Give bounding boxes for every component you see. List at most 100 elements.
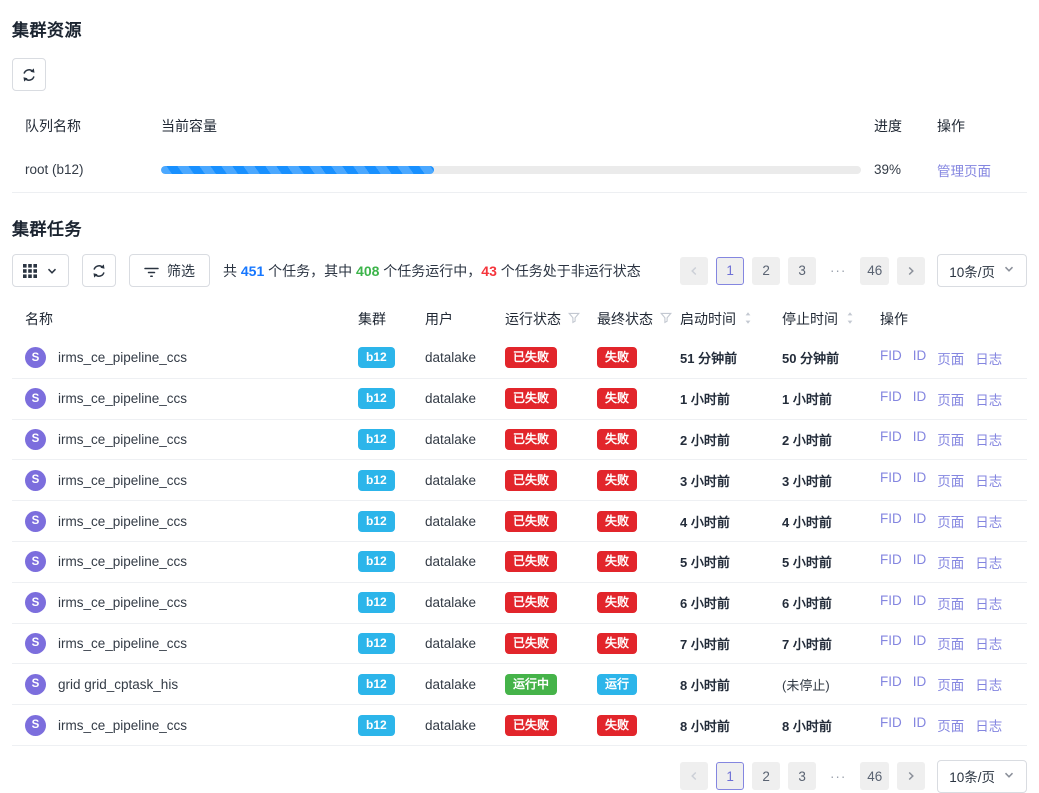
col-start-time: 启动时间: [680, 309, 782, 329]
chevron-down-icon: [46, 265, 58, 277]
col-action: 操作: [880, 309, 1027, 329]
column-sorter-icon[interactable]: [743, 311, 753, 328]
action-link-fid[interactable]: FID: [880, 470, 902, 490]
pagination-page-3[interactable]: 3: [788, 257, 816, 285]
user-cell: datalake: [425, 350, 505, 365]
tasks-refresh-button[interactable]: [82, 254, 116, 287]
run-status-badge: 已失败: [505, 347, 557, 368]
cluster-cell: b12: [358, 715, 425, 736]
action-link-日志[interactable]: 日志: [975, 511, 1002, 531]
pagination-page-2[interactable]: 2: [752, 762, 780, 790]
pagination-page-46[interactable]: 46: [860, 257, 889, 285]
pagination-next-button[interactable]: [897, 762, 925, 790]
chevron-down-icon: [1003, 769, 1015, 784]
action-link-页面[interactable]: 页面: [937, 348, 964, 368]
action-link-日志[interactable]: 日志: [975, 429, 1002, 449]
column-filter-funnel-icon[interactable]: [568, 311, 580, 327]
action-link-fid[interactable]: FID: [880, 715, 902, 735]
avatar: S: [25, 511, 46, 532]
start-time: 51 分钟前: [680, 348, 782, 367]
action-link-id[interactable]: ID: [913, 593, 927, 613]
action-link-页面[interactable]: 页面: [937, 511, 964, 531]
action-link-id[interactable]: ID: [913, 633, 927, 653]
pagination-page-1[interactable]: 1: [716, 257, 744, 285]
action-link-id[interactable]: ID: [913, 389, 927, 409]
action-link-id[interactable]: ID: [913, 429, 927, 449]
bottom-pagination-row: 123 ··· 46 10条/页: [12, 760, 1027, 793]
pagination-page-1[interactable]: 1: [716, 762, 744, 790]
row-actions: FID ID 页面日志: [880, 348, 1027, 368]
filter-button[interactable]: 筛选: [129, 254, 210, 287]
action-link-fid[interactable]: FID: [880, 511, 902, 531]
start-time: 6 小时前: [680, 593, 782, 612]
pagination-page-3[interactable]: 3: [788, 762, 816, 790]
action-link-id[interactable]: ID: [913, 470, 927, 490]
cluster-cell: b12: [358, 388, 425, 409]
action-link-id[interactable]: ID: [913, 348, 927, 368]
task-table-header: 名称 集群 用户 运行状态 最终状态 启动时间: [12, 300, 1027, 338]
task-name: irms_ce_pipeline_ccs: [58, 554, 187, 569]
run-status-badge-cell: 已失败: [505, 551, 597, 572]
action-link-fid[interactable]: FID: [880, 674, 902, 694]
action-link-id[interactable]: ID: [913, 511, 927, 531]
avatar: S: [25, 347, 46, 368]
action-link-fid[interactable]: FID: [880, 633, 902, 653]
manage-page-link[interactable]: 管理页面: [937, 160, 1027, 180]
user-cell: datalake: [425, 718, 505, 733]
action-link-页面[interactable]: 页面: [937, 429, 964, 449]
action-link-fid[interactable]: FID: [880, 593, 902, 613]
refresh-icon: [21, 67, 37, 83]
cluster-resources-title: 集群资源: [12, 16, 1027, 41]
start-time: 8 小时前: [680, 716, 782, 735]
action-link-日志[interactable]: 日志: [975, 389, 1002, 409]
column-sorter-icon[interactable]: [845, 311, 855, 328]
action-link-页面[interactable]: 页面: [937, 633, 964, 653]
pagination-page-46[interactable]: 46: [860, 762, 889, 790]
action-link-日志[interactable]: 日志: [975, 715, 1002, 735]
action-link-fid[interactable]: FID: [880, 389, 902, 409]
action-link-id[interactable]: ID: [913, 715, 927, 735]
action-link-页面[interactable]: 页面: [937, 715, 964, 735]
column-layout-dropdown-button[interactable]: [12, 254, 69, 287]
avatar: S: [25, 633, 46, 654]
final-status-badge: 失败: [597, 388, 637, 409]
pagination-next-button[interactable]: [897, 257, 925, 285]
row-actions: FID ID 页面日志: [880, 552, 1027, 572]
run-status-badge: 已失败: [505, 470, 557, 491]
start-time: 1 小时前: [680, 389, 782, 408]
action-link-日志[interactable]: 日志: [975, 348, 1002, 368]
action-link-日志[interactable]: 日志: [975, 593, 1002, 613]
page-size-select[interactable]: 10条/页: [937, 760, 1027, 793]
action-link-页面[interactable]: 页面: [937, 389, 964, 409]
table-row: Sirms_ce_pipeline_ccsb12datalake已失败失败1 小…: [12, 379, 1027, 420]
action-link-日志[interactable]: 日志: [975, 552, 1002, 572]
action-link-页面[interactable]: 页面: [937, 593, 964, 613]
cluster-badge: b12: [358, 674, 395, 695]
run-status-badge: 运行中: [505, 674, 557, 695]
action-link-id[interactable]: ID: [913, 552, 927, 572]
capacity-progress-fill: [161, 166, 434, 174]
action-link-日志[interactable]: 日志: [975, 674, 1002, 694]
action-link-页面[interactable]: 页面: [937, 552, 964, 572]
resource-table: 队列名称 当前容量 进度 操作 root (b12) 39% 管理页面: [12, 105, 1027, 193]
action-link-页面[interactable]: 页面: [937, 470, 964, 490]
user-cell: datalake: [425, 473, 505, 488]
action-link-日志[interactable]: 日志: [975, 470, 1002, 490]
action-link-fid[interactable]: FID: [880, 429, 902, 449]
page-size-select[interactable]: 10条/页: [937, 254, 1027, 287]
action-link-日志[interactable]: 日志: [975, 633, 1002, 653]
pagination-ellipsis[interactable]: ···: [824, 762, 852, 790]
resources-refresh-button[interactable]: [12, 58, 46, 91]
pagination-page-2[interactable]: 2: [752, 257, 780, 285]
stop-time: 6 小时前: [782, 593, 880, 612]
stop-time: 8 小时前: [782, 716, 880, 735]
run-status-badge-cell: 运行中: [505, 674, 597, 695]
action-link-fid[interactable]: FID: [880, 348, 902, 368]
run-status-badge-cell: 已失败: [505, 511, 597, 532]
column-filter-funnel-icon[interactable]: [660, 311, 672, 327]
pagination-ellipsis[interactable]: ···: [824, 257, 852, 285]
action-link-id[interactable]: ID: [913, 674, 927, 694]
final-status-badge: 失败: [597, 715, 637, 736]
action-link-页面[interactable]: 页面: [937, 674, 964, 694]
action-link-fid[interactable]: FID: [880, 552, 902, 572]
